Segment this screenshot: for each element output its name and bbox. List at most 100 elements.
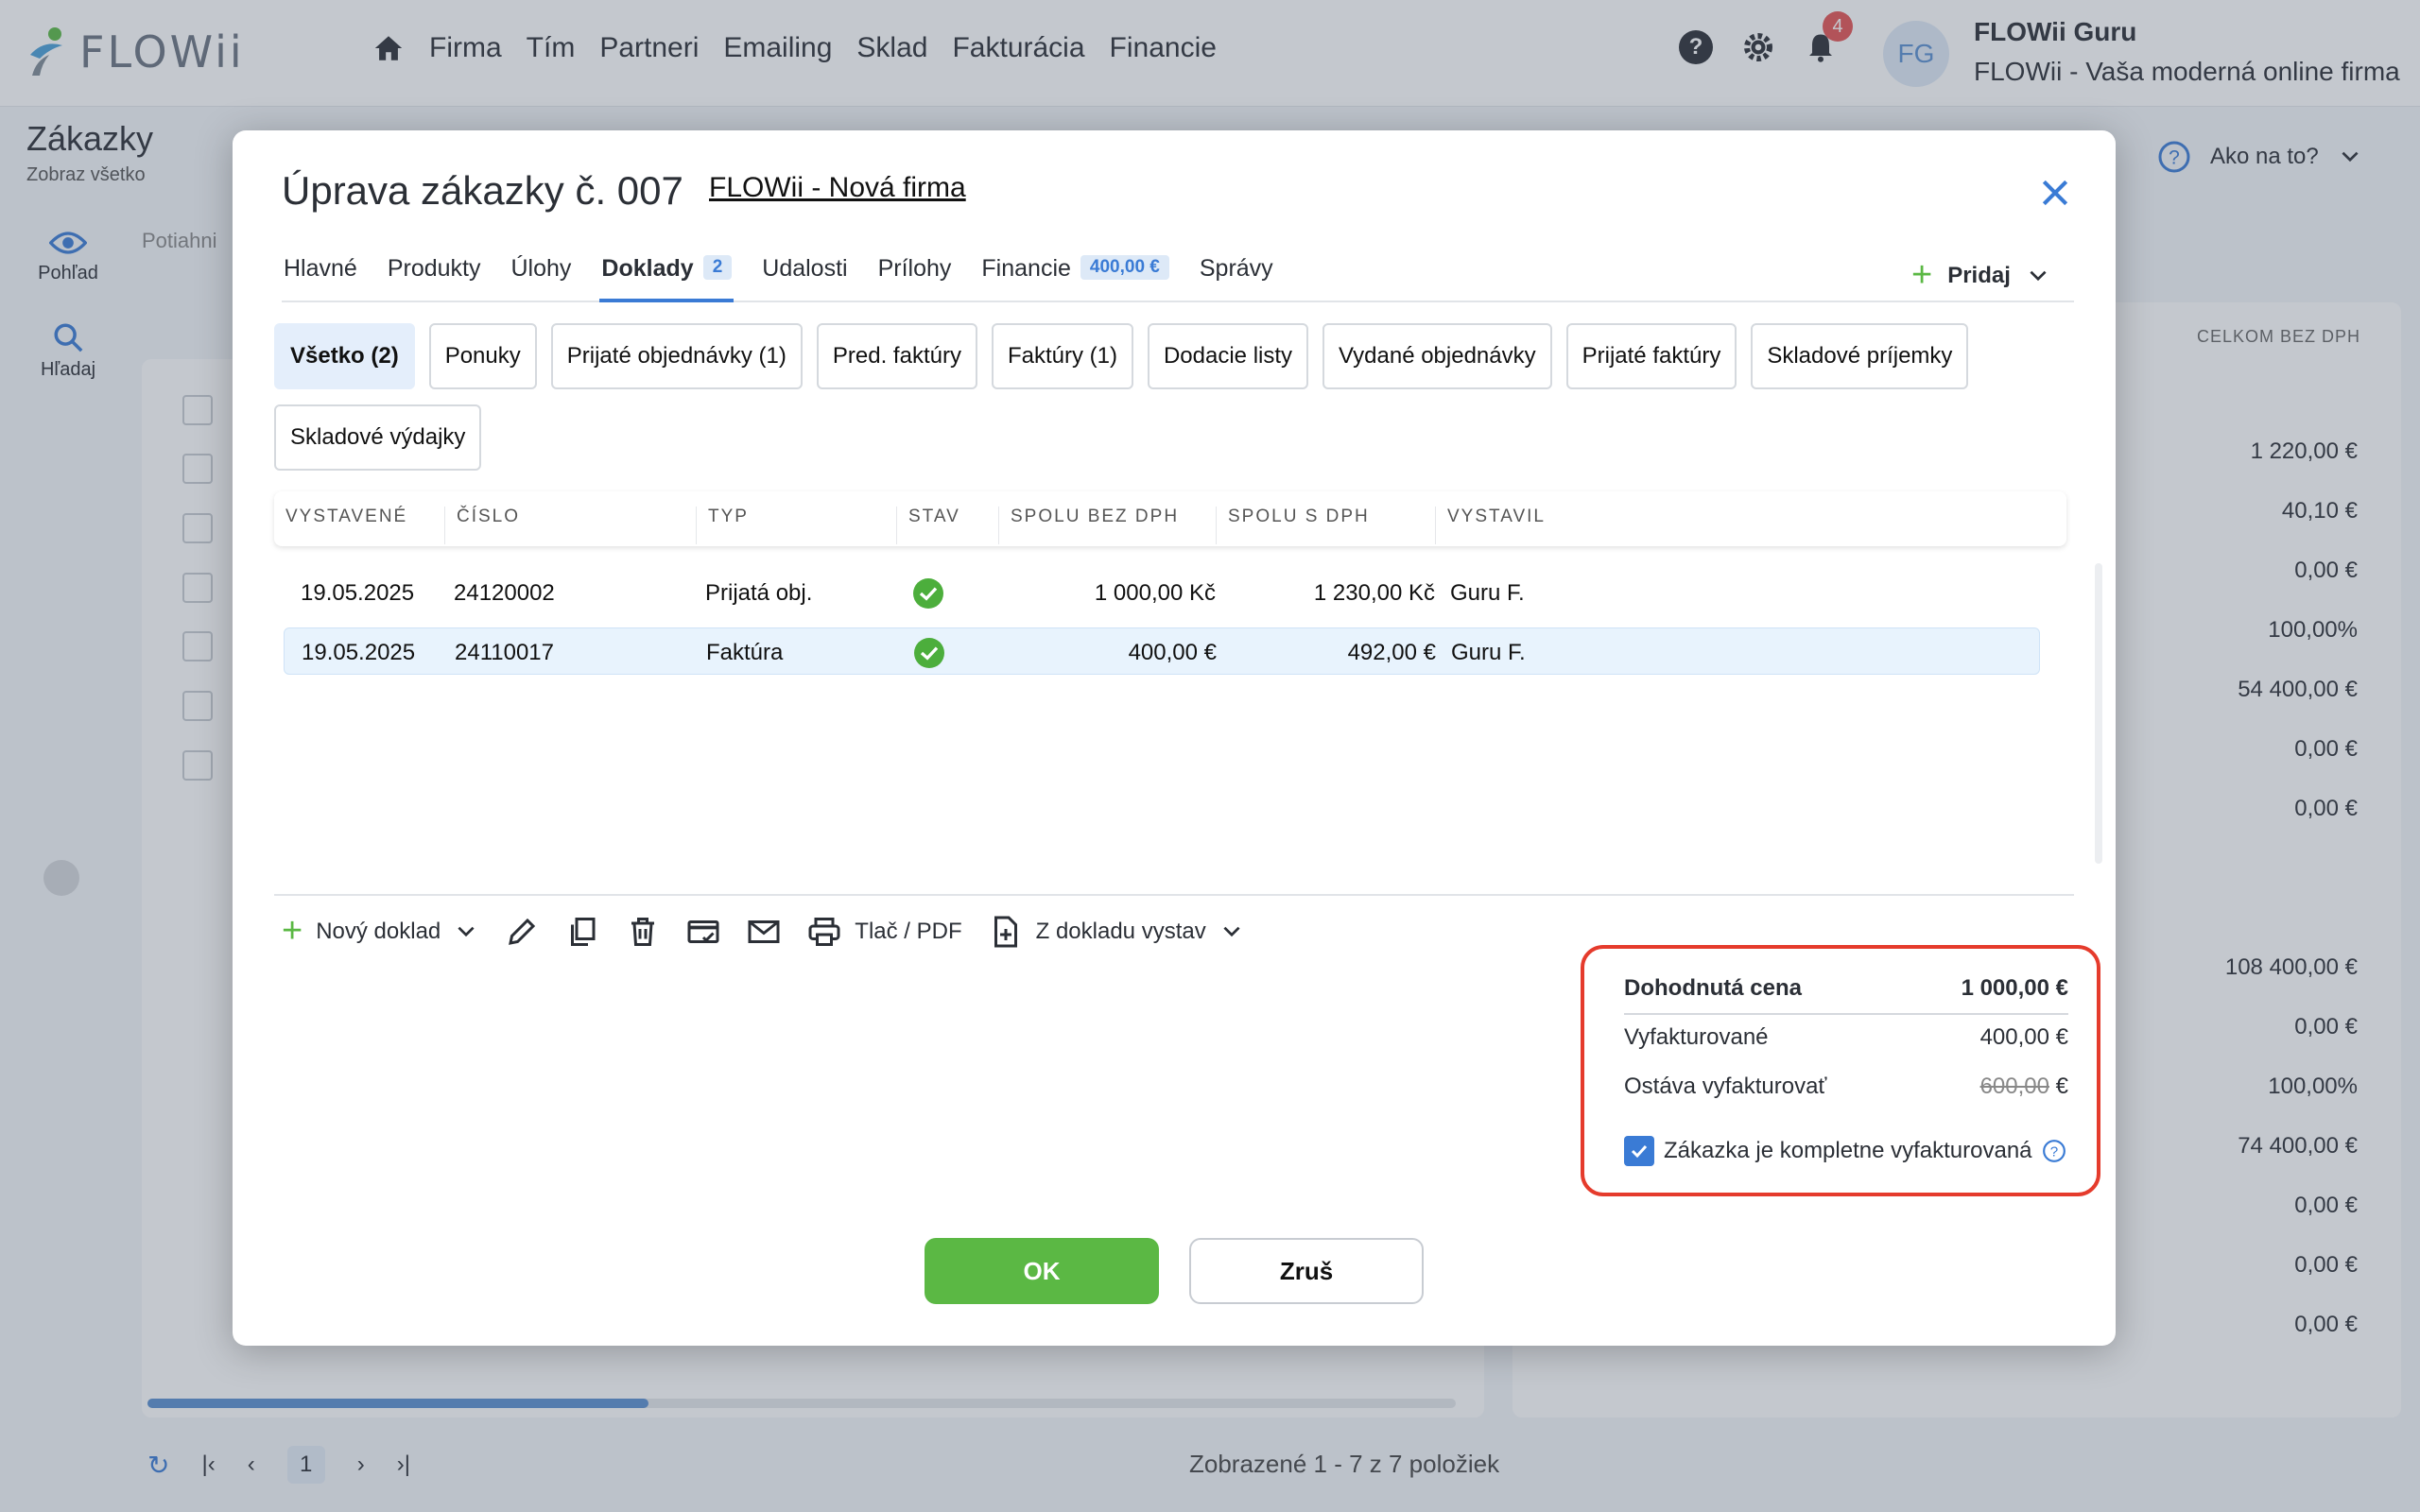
tab-udalosti[interactable]: Udalosti: [760, 249, 849, 302]
print-pdf-button[interactable]: Tlač / PDF: [807, 915, 962, 949]
column-header-status[interactable]: STAV: [896, 507, 998, 544]
print-label: Tlač / PDF: [855, 918, 962, 944]
complete-invoiced-checkbox[interactable]: [1624, 1136, 1654, 1166]
add-dropdown-button[interactable]: + Pridaj: [1911, 255, 2050, 296]
invoicing-summary: Dohodnutá cena 1 000,00 € Vyfakturované …: [1581, 945, 2100, 1196]
chevron-down-icon: [458, 926, 475, 936]
complete-invoiced-row: Zákazka je kompletne vyfakturovaná ?: [1624, 1136, 2068, 1166]
add-label: Pridaj: [1947, 262, 2011, 288]
filter-delivery-notes[interactable]: Dodacie listy: [1147, 323, 1309, 389]
cell-author: Guru F.: [1450, 580, 1525, 606]
modal-tabs: Hlavné Produkty Úlohy Doklady 2 Udalosti …: [282, 249, 2074, 302]
tab-hlavne[interactable]: Hlavné: [282, 249, 359, 302]
printer-icon: [808, 917, 840, 946]
documents-toolbar: + Nový doklad Tlač / PDF Z dokladu vysta…: [282, 911, 1244, 952]
agreed-price-label: Dohodnutá cena: [1624, 975, 1803, 1001]
filter-stock-receipts[interactable]: Skladové príjemky: [1751, 323, 1969, 389]
filter-issued-orders[interactable]: Vydané objednávky: [1322, 323, 1552, 389]
close-icon[interactable]: [2036, 174, 2074, 212]
vertical-scrollbar[interactable]: [2095, 563, 2102, 864]
cell-type: Faktúra: [706, 640, 784, 665]
new-document-label: Nový doklad: [316, 918, 441, 944]
tab-label: Hlavné: [284, 255, 357, 282]
info-question-icon[interactable]: ?: [2042, 1139, 2066, 1163]
remaining-label: Ostáva vyfakturovať: [1624, 1074, 1827, 1099]
cell-number: 24120002: [454, 580, 555, 606]
plus-icon: +: [1911, 255, 1933, 295]
tab-spravy[interactable]: Správy: [1198, 249, 1275, 302]
filter-offers[interactable]: Ponuky: [428, 323, 537, 389]
documents-table: VYSTAVENÉ ČÍSLO TYP STAV SPOLU BEZ DPH S…: [274, 491, 2102, 896]
agreed-price-value: 1 000,00 €: [1961, 975, 2068, 1001]
column-header-gross[interactable]: SPOLU S DPH: [1216, 507, 1435, 544]
cancel-button[interactable]: Zruš: [1189, 1238, 1424, 1304]
cell-date: 19.05.2025: [301, 580, 415, 606]
modal-title: Úprava zákazky č. 007: [282, 168, 683, 213]
document-filters: Všetko (2) Ponuky Prijaté objednávky (1)…: [274, 323, 1976, 471]
column-header-author[interactable]: VYSTAVIL: [1435, 507, 1813, 544]
create-from-document-button[interactable]: Z dokladu vystav: [989, 915, 1244, 949]
complete-invoiced-label[interactable]: Zákazka je kompletne vyfakturovaná: [1664, 1138, 2032, 1164]
remaining-currency: €: [2055, 1074, 2068, 1099]
remaining-row: Ostáva vyfakturovať 600,00 €: [1624, 1074, 2068, 1100]
table-row[interactable]: 19.05.2025 24110017 Faktúra 400,00 € 492…: [284, 627, 2040, 675]
trash-icon[interactable]: [626, 915, 660, 949]
cell-gross: 492,00 €: [1347, 640, 1436, 665]
chevron-down-icon: [1223, 926, 1240, 936]
column-header-issued[interactable]: VYSTAVENÉ: [274, 507, 444, 544]
cell-author: Guru F.: [1451, 640, 1526, 665]
table-header: VYSTAVENÉ ČÍSLO TYP STAV SPOLU BEZ DPH S…: [274, 491, 2066, 546]
mail-icon[interactable]: [747, 915, 781, 949]
filter-proforma-invoices[interactable]: Pred. faktúry: [816, 323, 977, 389]
filter-all[interactable]: Všetko (2): [274, 323, 415, 389]
invoiced-row: Vyfakturované 400,00 €: [1624, 1024, 2068, 1051]
tab-produkty[interactable]: Produkty: [386, 249, 483, 302]
status-ok-icon: [914, 638, 944, 668]
tab-label: Prílohy: [877, 255, 952, 282]
edit-order-modal: Úprava zákazky č. 007 FLOWii - Nová firm…: [233, 130, 2116, 1346]
invoiced-value: 400,00 €: [1979, 1024, 2068, 1050]
pencil-icon[interactable]: [505, 915, 539, 949]
column-header-net[interactable]: SPOLU BEZ DPH: [998, 507, 1216, 544]
file-plus-icon: [994, 916, 1017, 947]
ok-button[interactable]: OK: [925, 1238, 1159, 1304]
payment-card-icon[interactable]: [686, 915, 720, 949]
cell-net: 1 000,00 Kč: [1094, 580, 1216, 606]
column-header-type[interactable]: TYP: [696, 507, 896, 544]
tab-label: Doklady: [601, 255, 694, 282]
column-header-number[interactable]: ČÍSLO: [444, 507, 696, 544]
summary-divider: [1624, 1013, 2068, 1015]
cell-net: 400,00 €: [1128, 640, 1217, 665]
tab-label: Produkty: [387, 255, 481, 282]
plus-icon: +: [282, 911, 303, 951]
tab-ulohy[interactable]: Úlohy: [510, 249, 574, 302]
tab-label: Správy: [1199, 255, 1273, 282]
invoiced-label: Vyfakturované: [1624, 1024, 1769, 1050]
cell-number: 24110017: [455, 640, 554, 665]
filter-invoices[interactable]: Faktúry (1): [991, 323, 1133, 389]
chevron-down-icon: [2030, 270, 2047, 281]
svg-text:?: ?: [2049, 1143, 2057, 1160]
table-row[interactable]: 19.05.2025 24120002 Prijatá obj. 1 000,0…: [284, 569, 2040, 616]
agreed-price-row: Dohodnutá cena 1 000,00 €: [1624, 975, 2068, 1002]
new-document-button[interactable]: + Nový doklad: [282, 911, 478, 952]
tab-label: Udalosti: [762, 255, 848, 282]
filter-stock-issues[interactable]: Skladové výdajky: [274, 404, 482, 471]
create-from-document-label: Z dokladu vystav: [1035, 918, 1206, 944]
remaining-value: 600,00: [1979, 1074, 2049, 1099]
filter-received-invoices[interactable]: Prijaté faktúry: [1565, 323, 1737, 389]
tab-badge: 400,00 €: [1080, 255, 1169, 280]
cell-gross: 1 230,00 Kč: [1313, 580, 1435, 606]
cell-date: 19.05.2025: [302, 640, 416, 665]
filter-received-orders[interactable]: Prijaté objednávky (1): [550, 323, 803, 389]
tab-prilohy[interactable]: Prílohy: [876, 249, 954, 302]
cell-type: Prijatá obj.: [705, 580, 813, 606]
tab-label: Financie: [981, 255, 1071, 282]
tab-label: Úlohy: [510, 255, 572, 282]
company-link[interactable]: FLOWii - Nová firma: [709, 172, 966, 204]
tab-financie[interactable]: Financie 400,00 €: [979, 249, 1170, 302]
copy-icon[interactable]: [565, 915, 599, 949]
status-ok-icon: [913, 578, 943, 609]
tab-doklady[interactable]: Doklady 2: [599, 249, 735, 302]
tab-badge: 2: [702, 255, 733, 280]
